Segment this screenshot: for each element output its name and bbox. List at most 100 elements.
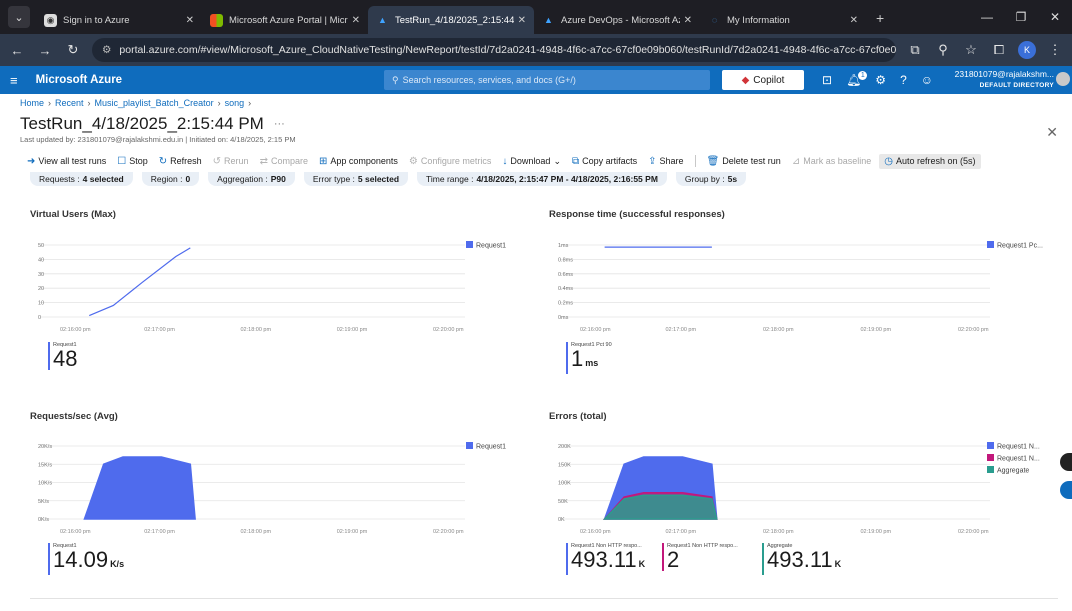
copilot-button[interactable]: ◆ Copilot [722,70,804,90]
breadcrumb: Home › Recent › Music_playlist_Batch_Creat… [0,94,1072,112]
url-field[interactable]: ⚙ portal.azure.com/#view/Microsoft_Azure… [92,38,896,62]
filter-region[interactable]: Region :0 [141,172,200,186]
close-icon[interactable]: ✕ [352,15,360,26]
tab-list-chevron-icon[interactable]: ⌄ [8,6,30,28]
extensions-icon[interactable]: ⧠ [990,42,1008,58]
global-search-input[interactable]: ⚲ Search resources, services, and docs (… [384,70,710,90]
chart-title: Requests/sec (Avg) [30,411,118,422]
hamburger-menu-icon[interactable]: ≡ [10,73,18,88]
tab-title: Microsoft Azure Portal | Microso [229,14,348,26]
mark-as-baseline-button[interactable]: ⊿ Mark as baseline [789,156,874,167]
stat-value: 2 [667,547,680,572]
breadcrumb-test[interactable]: Music_playlist_Batch_Creator [95,98,214,112]
user-avatar[interactable] [1056,72,1070,86]
browser-tab-active[interactable]: ▲ TestRun_4/18/2025_2:15:44 PM ✕ [368,6,534,34]
browser-tab[interactable]: Microsoft Azure Portal | Microso ✕ [202,6,368,34]
forward-arrow-icon[interactable]: → [36,43,54,58]
browser-tab[interactable]: ▲ Azure DevOps - Microsoft Azur ✕ [534,6,700,34]
bookmark-star-icon[interactable]: ☆ [962,42,980,58]
browser-tab[interactable]: ◉ Sign in to Azure ✕ [36,6,202,34]
help-icon[interactable]: ? [900,73,907,87]
download-button[interactable]: ↓ Download ⌄ [499,156,564,167]
filter-error-type[interactable]: Error type :5 selected [303,172,409,186]
configure-metrics-button[interactable]: ⚙ Configure metrics [406,156,495,167]
clock-icon: ◷ [884,155,893,167]
close-blade-icon[interactable]: ✕ [1046,124,1058,141]
chart-panel-response-time: Response time (successful responses) [549,209,1069,374]
stat-unit: K [834,559,842,569]
app-components-button[interactable]: ⊞ App components [316,156,401,167]
side-copilot-icon[interactable] [1060,453,1072,471]
tab-title: TestRun_4/18/2025_2:15:44 PM [395,14,514,26]
filter-group-by[interactable]: Group by :5s [675,172,747,186]
command-bar: ➜ View all test runs ☐ Stop ↻ Refresh ↺ Reru… [0,150,1072,172]
close-icon[interactable]: ✕ [518,15,526,26]
stat-value: 14.09 K/s [53,547,125,572]
feedback-icon[interactable]: ☺ [921,73,933,87]
share-icon: ⇪ [648,155,657,167]
summary-stat: Request1 48 [48,342,77,370]
cloud-shell-icon[interactable]: ⊡ [822,73,832,87]
auto-refresh-toggle[interactable]: ◷ Auto refresh on (5s) [879,153,981,169]
view-all-test-runs-button[interactable]: ➜ View all test runs [24,156,109,167]
minimize-icon[interactable]: — [970,10,1004,24]
copy-artifacts-button[interactable]: ⧉ Copy artifacts [569,156,640,167]
azure-brand[interactable]: Microsoft Azure [36,74,122,86]
settings-gear-icon[interactable]: ⚙ [875,73,886,87]
azure-logo-icon: ▲ [544,15,553,25]
summary-stat: Request1 Non HTTP respo... 2 [662,543,738,571]
browser-tab[interactable]: ◌ My Information ✕ [700,6,866,34]
bottom-divider [30,598,1058,599]
summary-stat: Request1 14.09 K/s [48,543,124,575]
close-icon[interactable]: ✕ [850,15,858,26]
close-icon[interactable]: ✕ [684,15,692,26]
breadcrumb-recent[interactable]: Recent [55,98,84,112]
account-info[interactable]: 231801079@rajalakshm... DEFAULT DIRECTOR… [955,69,1054,91]
copilot-icon: ◆ [741,74,750,86]
zoom-search-icon[interactable]: ⚲ [934,42,952,58]
chevron-down-icon: ⌄ [553,155,561,166]
azure-logo-icon: ▲ [378,15,387,25]
reload-icon[interactable]: ↻ [64,42,82,58]
notifications-bell-icon[interactable]: 🔔︎ 1 [846,71,868,87]
profile-avatar[interactable]: K [1018,41,1036,59]
install-app-icon[interactable]: ⧉ [906,42,924,58]
breadcrumb-song[interactable]: song [225,98,245,112]
compare-button[interactable]: ⇄ Compare [257,156,311,167]
trash-icon: 🗑︎ [706,155,720,167]
share-button[interactable]: ⇪ Share [645,156,686,167]
filter-time-range[interactable]: Time range :4/18/2025, 2:15:47 PM - 4/18… [417,172,667,186]
tab-title: Azure DevOps - Microsoft Azur [561,14,680,26]
stat-unit: ms [585,358,599,368]
stop-button[interactable]: ☐ Stop [114,156,150,167]
filter-aggregation[interactable]: Aggregation : P90 [208,172,295,186]
close-icon[interactable]: ✕ [186,15,194,26]
rerun-button[interactable]: ↺ Rerun [210,156,252,167]
breadcrumb-home[interactable]: Home [20,98,44,112]
stat-value: 48 [53,346,78,371]
stat-value: 1 ms [571,346,599,371]
gear-icon: ⚙ [408,155,418,167]
download-icon: ↓ [502,155,508,167]
window-close-icon[interactable]: ✕ [1038,10,1072,24]
side-feedback-icon[interactable] [1060,481,1072,499]
filter-requests[interactable]: Requests :4 selected [30,172,133,186]
refresh-icon: ↻ [158,155,168,167]
delete-test-run-button[interactable]: 🗑︎ Delete test run [704,156,784,167]
summary-stat: Request1 Pct 90 1 ms [566,342,612,374]
copilot-label: Copilot [753,74,785,86]
site-settings-icon[interactable]: ⚙ [102,44,111,56]
more-options-icon[interactable]: ··· [274,118,285,130]
page-title: TestRun_4/18/2025_2:15:44 PM [20,114,264,133]
app-components-icon: ⊞ [318,155,328,167]
more-menu-icon[interactable]: ⋮ [1046,42,1064,58]
back-arrow-icon[interactable]: ← [8,43,26,58]
refresh-button[interactable]: ↻ Refresh [156,156,205,167]
new-tab-plus-icon[interactable]: + [866,10,894,34]
restore-icon[interactable]: ❐ [1004,10,1038,24]
page-title-row: TestRun_4/18/2025_2:15:44 PM ··· [0,112,1072,134]
chart-panel-virtual-users: Virtual Users (Max) [30,209,530,374]
chart-title: Response time (successful responses) [549,209,725,220]
copy-icon: ⧉ [571,155,580,167]
arrow-right-circle-icon: ➜ [27,155,36,167]
